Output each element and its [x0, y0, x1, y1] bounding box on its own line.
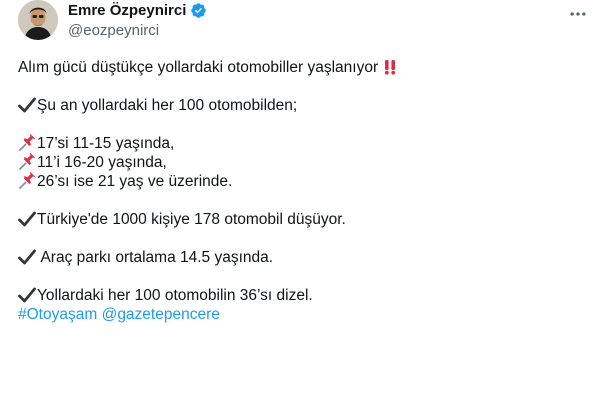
author-name[interactable]: Emre Özpeynirci — [68, 2, 186, 19]
intro-text: Alım gücü düştükçe yollardaki otomobille… — [18, 59, 379, 76]
more-options-icon[interactable] — [566, 2, 590, 26]
tweet: Emre Özpeynirci @eozpeynirci Alım gücü d… — [0, 0, 603, 402]
age-16-20-text: 11’i 16-20 yaşında, — [37, 154, 167, 171]
author-handle[interactable]: @eozpeynirci — [68, 22, 159, 39]
mention-link[interactable]: @gazetepencere — [102, 306, 220, 323]
age-21-plus-text: 26’sı ise 21 yaş ve üzerinde. — [37, 173, 233, 190]
check-mark-icon — [18, 249, 36, 270]
author-row: Emre Özpeynirci — [68, 2, 207, 19]
tweet-line-age-16-20: 11’i 16-20 yaşında, — [18, 153, 593, 172]
tweet-line-tags: #Otoyaşam @gazetepencere — [18, 305, 593, 324]
tweet-line-intro: Alım gücü düştükçe yollardaki otomobille… — [18, 58, 593, 77]
now-text: Şu an yollardaki her 100 otomobilden; — [37, 97, 298, 114]
check-mark-icon — [18, 97, 36, 118]
tweet-line-age-21-plus: 26’sı ise 21 yaş ve üzerinde. — [18, 172, 593, 191]
tweet-line-per-1000: Türkiye'de 1000 kişiye 178 otomobil düşü… — [18, 210, 593, 229]
avatar[interactable] — [18, 0, 58, 40]
pushpin-icon — [18, 172, 36, 194]
tweet-line-age-11-15: 17’si 11-15 yaşında, — [18, 134, 593, 153]
per-1000-text: Türkiye'de 1000 kişiye 178 otomobil düşü… — [37, 211, 346, 228]
tweet-line-now: Şu an yollardaki her 100 otomobilden; — [18, 96, 593, 115]
avatar-image — [18, 0, 58, 40]
check-mark-icon — [18, 211, 36, 232]
tweet-line-diesel: Yollardaki her 100 otomobilin 36’sı dize… — [18, 286, 593, 305]
diesel-text: Yollardaki her 100 otomobilin 36’sı dize… — [37, 287, 313, 304]
tweet-line-avg-age: Araç parkı ortalama 14.5 yaşında. — [18, 248, 593, 267]
hashtag-link[interactable]: #Otoyaşam — [18, 306, 97, 323]
tweet-body: Alım gücü düştükçe yollardaki otomobille… — [18, 58, 593, 324]
age-11-15-text: 17’si 11-15 yaşında, — [37, 135, 175, 152]
verified-badge-icon — [190, 2, 207, 19]
avg-age-text: Araç parkı ortalama 14.5 yaşında. — [37, 249, 274, 266]
double-exclamation-icon — [382, 59, 398, 80]
tweet-header: Emre Özpeynirci @eozpeynirci — [18, 0, 598, 46]
